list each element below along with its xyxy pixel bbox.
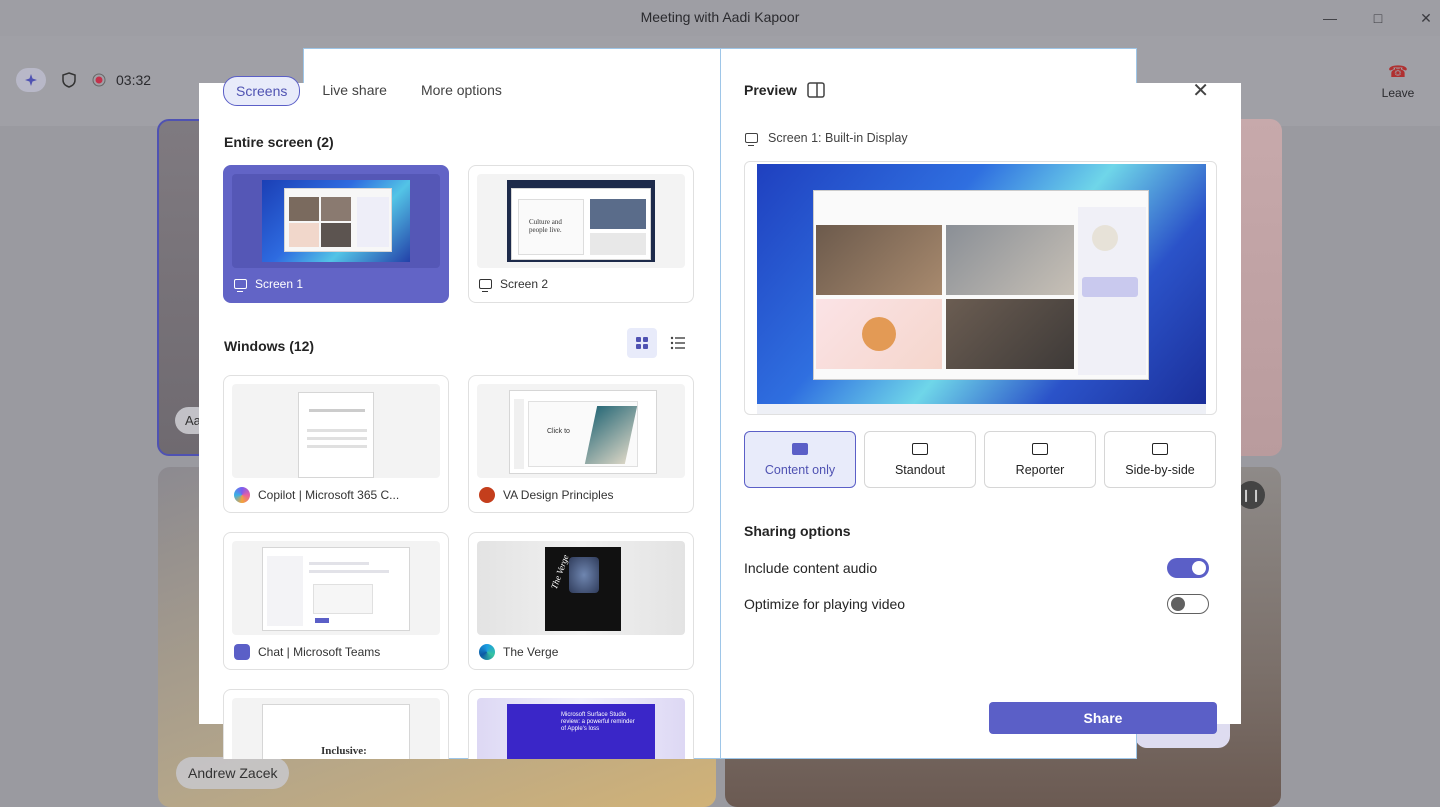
window-card-label: Chat | Microsoft Teams bbox=[258, 645, 381, 659]
window-card-caption: The Verge bbox=[479, 644, 558, 660]
preview-teams-window bbox=[813, 190, 1149, 380]
screen-1-thumbnail bbox=[232, 174, 440, 268]
share-tabs: Screens Live share More options bbox=[223, 76, 514, 106]
close-window-icon[interactable]: ✕ bbox=[1414, 6, 1438, 30]
screen-card-1[interactable]: Screen 1 bbox=[223, 165, 449, 303]
recording-icon bbox=[84, 68, 114, 92]
layout-standout[interactable]: Standout bbox=[864, 431, 976, 488]
share-source-pane: Screens Live share More options Entire s… bbox=[199, 48, 720, 759]
copilot-sparkle-icon[interactable] bbox=[16, 68, 46, 92]
window-card[interactable]: Microsoft Surface Studio review: a power… bbox=[468, 689, 694, 759]
window-card[interactable]: The Verge The Verge bbox=[468, 532, 694, 670]
tab-screens[interactable]: Screens bbox=[223, 76, 301, 106]
window-card-caption: VA Design Principles bbox=[479, 487, 614, 503]
layout-label: Content only bbox=[764, 462, 836, 477]
window-thumbnail: The Verge bbox=[477, 541, 685, 635]
grid-view-button[interactable] bbox=[627, 328, 657, 358]
preview-header: Preview bbox=[744, 82, 825, 98]
window-thumbnail: Microsoft Surface Studio review: a power… bbox=[477, 698, 685, 759]
tab-live-share[interactable]: Live share bbox=[310, 76, 399, 106]
reporter-icon bbox=[1032, 442, 1048, 455]
include-audio-toggle[interactable] bbox=[1167, 558, 1209, 578]
edge-icon bbox=[479, 644, 495, 660]
optimize-video-toggle[interactable] bbox=[1167, 594, 1209, 614]
window-card[interactable]: Click to VA Design Principles bbox=[468, 375, 694, 513]
maximize-icon[interactable]: □ bbox=[1366, 6, 1390, 30]
audio-level-icon: ❙❙ bbox=[1237, 481, 1265, 509]
participant-name: Andrew Zacek bbox=[176, 757, 290, 789]
slide-placeholder-text: Click to bbox=[547, 428, 570, 435]
window-card-caption: Copilot | Microsoft 365 C... bbox=[234, 487, 399, 503]
toggle-knob bbox=[1171, 597, 1185, 611]
window-card-label: VA Design Principles bbox=[503, 488, 614, 502]
monitor-icon bbox=[745, 133, 758, 146]
layout-label: Reporter bbox=[1015, 462, 1065, 477]
slide-title: Culture and people live. bbox=[529, 218, 562, 234]
optimize-video-label: Optimize for playing video bbox=[744, 596, 906, 612]
include-audio-label: Include content audio bbox=[744, 560, 878, 576]
preview-screen-label: Screen 1: Built-in Display bbox=[745, 131, 908, 146]
slide-title: Inclusive: bbox=[321, 745, 367, 757]
tab-more-options[interactable]: More options bbox=[409, 76, 514, 106]
screen-name-text: Screen 1: Built-in Display bbox=[768, 131, 908, 145]
list-view-button[interactable] bbox=[663, 328, 693, 358]
screen-card-label: Screen 1 bbox=[255, 277, 304, 291]
layout-reporter[interactable]: Reporter bbox=[984, 431, 1096, 488]
shield-icon[interactable] bbox=[54, 68, 84, 92]
powerpoint-icon bbox=[479, 487, 495, 503]
window-card[interactable]: Inclusive: bbox=[223, 689, 449, 759]
preview-title: Preview bbox=[744, 82, 797, 98]
article-headline: Microsoft Surface Studio review: a power… bbox=[561, 712, 635, 732]
grid-icon bbox=[636, 337, 648, 349]
sharing-options-heading: Sharing options bbox=[744, 523, 851, 539]
window-card-label: The Verge bbox=[503, 645, 559, 659]
window-thumbnail bbox=[232, 541, 440, 635]
window-card-caption: Chat | Microsoft Teams bbox=[234, 644, 380, 660]
leave-button[interactable]: ☎ Leave bbox=[1376, 62, 1420, 100]
window-thumbnail: Inclusive: bbox=[232, 698, 440, 759]
monitor-icon bbox=[479, 279, 492, 292]
screen-preview bbox=[744, 161, 1217, 415]
monitor-icon bbox=[234, 279, 247, 292]
layout-label: Side-by-side bbox=[1125, 462, 1195, 477]
teams-icon bbox=[234, 644, 250, 660]
window-card-label: Copilot | Microsoft 365 C... bbox=[258, 488, 400, 502]
side-by-side-icon bbox=[1152, 442, 1168, 455]
leave-label: Leave bbox=[1381, 86, 1415, 100]
screen-card-2[interactable]: Culture and people live. Screen 2 bbox=[468, 165, 694, 303]
share-button[interactable]: Share bbox=[989, 702, 1217, 734]
toggle-knob bbox=[1192, 561, 1206, 575]
window-thumbnail: Click to bbox=[477, 384, 685, 478]
meeting-timer: 03:32 bbox=[116, 72, 152, 88]
close-dialog-icon[interactable]: ✕ bbox=[1192, 78, 1209, 103]
layout-label: Standout bbox=[894, 462, 946, 477]
preview-desktop bbox=[757, 164, 1206, 404]
layout-side-by-side[interactable]: Side-by-side bbox=[1104, 431, 1216, 488]
phone-hangup-icon: ☎ bbox=[1388, 64, 1408, 81]
preview-pane: Preview ✕ Screen 1: Built-in Display Con… bbox=[721, 48, 1241, 759]
screen-card-label: Screen 2 bbox=[500, 277, 549, 291]
layout-content-only[interactable]: Content only bbox=[744, 431, 856, 488]
preview-taskbar bbox=[757, 404, 1206, 414]
standout-icon bbox=[912, 442, 928, 455]
screen-card-caption: Screen 2 bbox=[479, 277, 549, 292]
window-card[interactable]: Chat | Microsoft Teams bbox=[223, 532, 449, 670]
copilot-icon bbox=[234, 487, 250, 503]
screen-card-caption: Screen 1 bbox=[234, 277, 304, 292]
layout-options: Content only Standout Reporter Side-by-s… bbox=[744, 431, 1216, 488]
verge-logo-text: The Verge bbox=[549, 553, 571, 591]
entire-screen-heading: Entire screen (2) bbox=[224, 134, 334, 150]
windows-heading: Windows (12) bbox=[224, 338, 315, 354]
window-title: Meeting with Aadi Kapoor bbox=[640, 9, 800, 25]
content-only-icon bbox=[792, 442, 808, 455]
split-view-icon[interactable] bbox=[807, 82, 825, 98]
window-thumbnail bbox=[232, 384, 440, 478]
window-card[interactable]: Copilot | Microsoft 365 C... bbox=[223, 375, 449, 513]
list-icon bbox=[670, 336, 685, 350]
title-bar: Meeting with Aadi Kapoor — □ ✕ bbox=[0, 0, 1440, 36]
screen-2-thumbnail: Culture and people live. bbox=[477, 174, 685, 268]
minimize-icon[interactable]: — bbox=[1318, 6, 1342, 30]
